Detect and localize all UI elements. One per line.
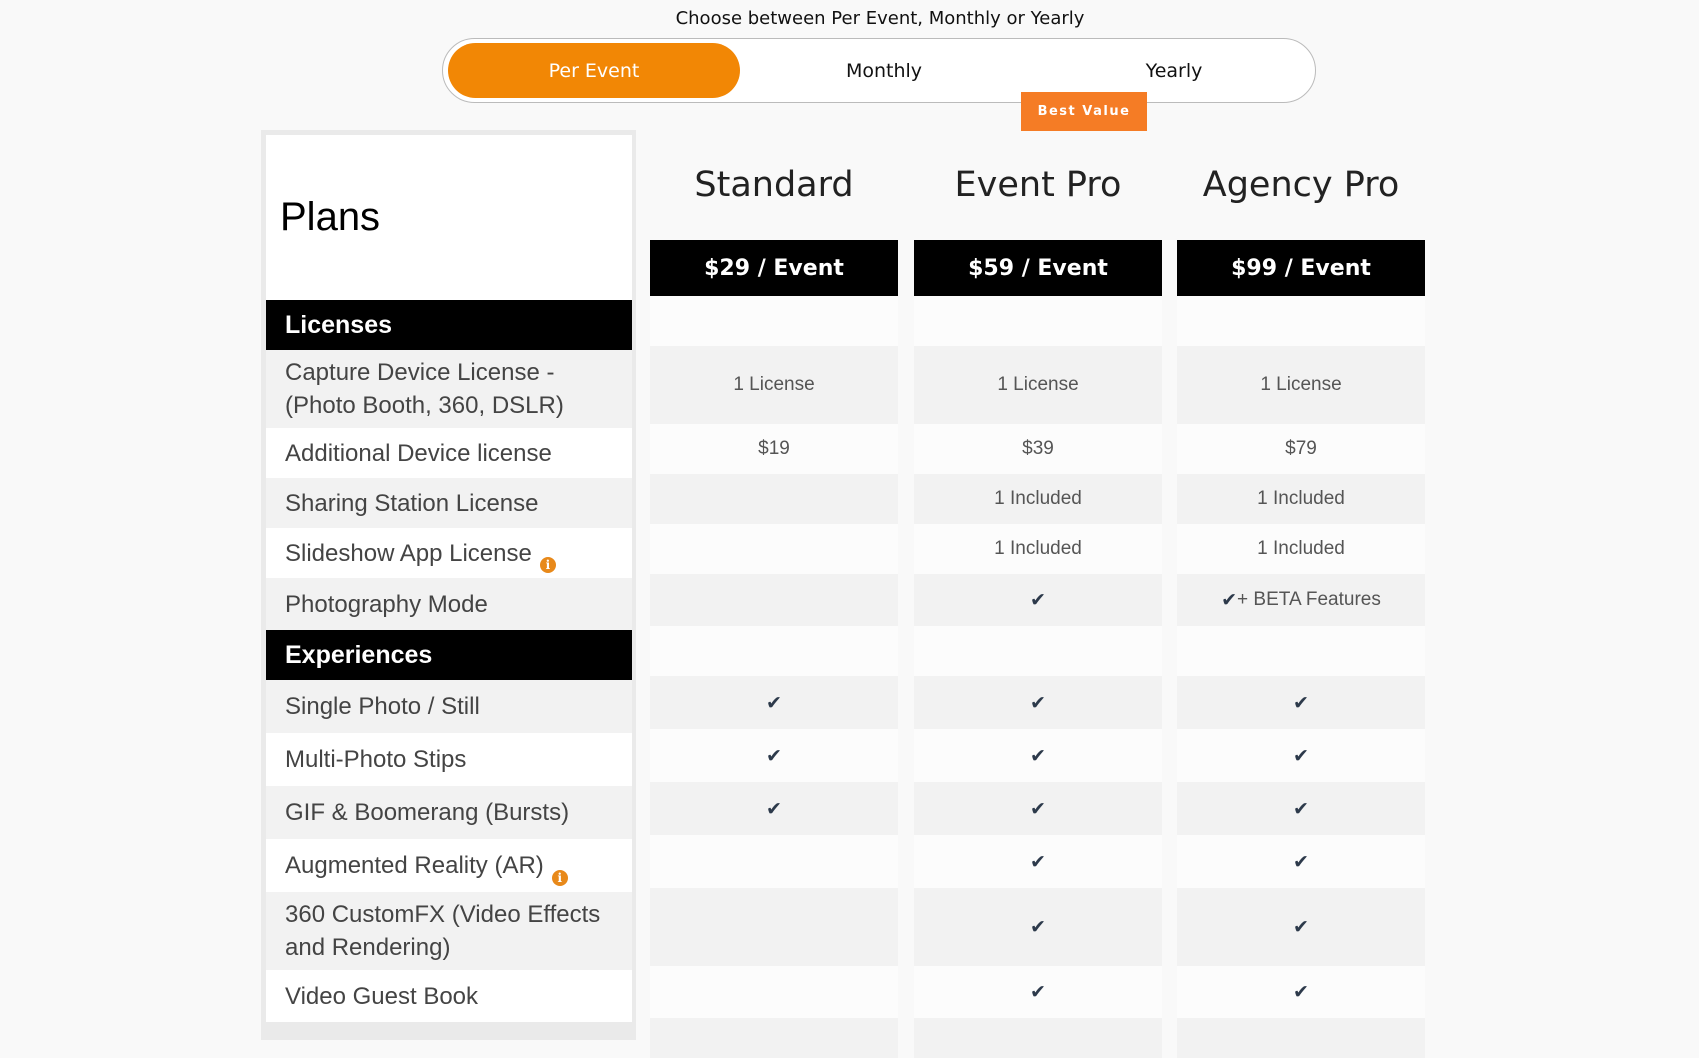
- cell-photography-mode: [650, 574, 898, 626]
- check-icon: ✔: [1293, 691, 1309, 714]
- cell-capture-device: 1 License: [1177, 346, 1425, 424]
- section-spacer: [1177, 296, 1425, 346]
- check-icon: ✔: [1030, 691, 1046, 714]
- plan-price: $29 / Event: [650, 240, 898, 296]
- plan-column-event-pro: Event Pro $59 / Event 1 License $39 1 In…: [914, 130, 1162, 1058]
- cell-slideshow-app: 1 Included: [1177, 524, 1425, 574]
- cell-single-photo: ✔: [650, 676, 898, 729]
- section-spacer: [650, 296, 898, 346]
- toggle-monthly[interactable]: Monthly: [738, 43, 1030, 98]
- check-icon: ✔: [766, 691, 782, 714]
- check-icon: ✔: [766, 797, 782, 820]
- plan-price: $99 / Event: [1177, 240, 1425, 296]
- feature-label-capture-device: Capture Device License - (Photo Booth, 3…: [266, 350, 632, 428]
- pricing-toggle-caption: Choose between Per Event, Monthly or Yea…: [675, 8, 1085, 29]
- check-icon: ✔: [1030, 589, 1046, 611]
- cell-video-guest-book: [650, 966, 898, 1018]
- cell-360-customfx: ✔: [1177, 888, 1425, 966]
- cell-sharing-station: 1 Included: [1177, 474, 1425, 524]
- cell-next-row: [914, 1018, 1162, 1058]
- cell-augmented-reality: ✔: [914, 835, 1162, 888]
- cell-augmented-reality: ✔: [1177, 835, 1425, 888]
- cell-photography-mode: ✔: [914, 574, 1162, 626]
- cell-multi-photo: ✔: [914, 729, 1162, 782]
- toggle-per-event[interactable]: Per Event: [448, 43, 740, 98]
- section-experiences: Experiences: [266, 630, 632, 680]
- section-spacer: [650, 626, 898, 676]
- feature-label-multi-photo: Multi-Photo Stips: [266, 733, 632, 786]
- cell-gif-boomerang: ✔: [650, 782, 898, 835]
- plan-name: Standard: [694, 165, 854, 205]
- feature-label-360-customfx: 360 CustomFX (Video Effects and Renderin…: [266, 892, 632, 970]
- feature-label-photography-mode: Photography Mode: [266, 578, 632, 630]
- plan-name: Event Pro: [954, 165, 1122, 205]
- plan-price: $59 / Event: [914, 240, 1162, 296]
- check-icon: ✔: [1293, 916, 1309, 938]
- plan-column-agency-pro: Agency Pro $99 / Event 1 License $79 1 I…: [1177, 130, 1425, 1058]
- cell-capture-device: 1 License: [914, 346, 1162, 424]
- feature-label-additional-device: Additional Device license: [266, 428, 632, 478]
- cell-next-row: [650, 1018, 898, 1058]
- info-icon[interactable]: i: [551, 869, 568, 886]
- cell-capture-device: 1 License: [650, 346, 898, 424]
- check-icon: ✔: [1030, 916, 1046, 938]
- section-spacer: [1177, 626, 1425, 676]
- cell-multi-photo: ✔: [1177, 729, 1425, 782]
- cell-gif-boomerang: ✔: [914, 782, 1162, 835]
- check-icon: ✔: [1030, 850, 1046, 873]
- cell-single-photo: ✔: [914, 676, 1162, 729]
- check-icon: ✔: [1293, 850, 1309, 873]
- feature-label-single-photo: Single Photo / Still: [266, 680, 632, 733]
- feature-label-video-guest-book: Video Guest Book: [266, 970, 632, 1022]
- cell-single-photo: ✔: [1177, 676, 1425, 729]
- cell-additional-device: $39: [914, 424, 1162, 474]
- toggle-yearly[interactable]: Yearly: [1028, 43, 1320, 98]
- check-icon: ✔: [1030, 797, 1046, 820]
- cell-video-guest-book: ✔: [914, 966, 1162, 1018]
- plans-title: Plans: [266, 135, 632, 300]
- plan-column-standard: Standard $29 / Event 1 License $19 ✔ ✔ ✔: [650, 130, 898, 1058]
- plan-name: Agency Pro: [1202, 165, 1400, 205]
- cell-sharing-station: [650, 474, 898, 524]
- section-spacer: [914, 296, 1162, 346]
- check-icon: ✔: [1293, 744, 1309, 767]
- cell-slideshow-app: [650, 524, 898, 574]
- feature-label-gif-boomerang: GIF & Boomerang (Bursts): [266, 786, 632, 839]
- section-spacer: [914, 626, 1162, 676]
- check-icon: ✔: [766, 744, 782, 767]
- beta-features-text: + BETA Features: [1237, 589, 1381, 610]
- cell-360-customfx: ✔: [914, 888, 1162, 966]
- feature-label-slideshow-app: Slideshow App License i: [266, 528, 632, 578]
- cell-additional-device: $79: [1177, 424, 1425, 474]
- check-icon: ✔: [1221, 589, 1238, 611]
- cell-additional-device: $19: [650, 424, 898, 474]
- check-icon: ✔: [1030, 981, 1046, 1003]
- cell-360-customfx: [650, 888, 898, 966]
- cell-photography-mode: ✔ + BETA Features: [1177, 574, 1425, 626]
- cell-next-row: [1177, 1018, 1425, 1058]
- feature-label-sharing-station: Sharing Station License: [266, 478, 632, 528]
- cell-slideshow-app: 1 Included: [914, 524, 1162, 574]
- best-value-badge: Best Value: [1021, 92, 1147, 131]
- pricing-period-toggle: Per Event Monthly Yearly: [442, 38, 1316, 103]
- section-licenses: Licenses: [266, 300, 632, 350]
- cell-gif-boomerang: ✔: [1177, 782, 1425, 835]
- cell-sharing-station: 1 Included: [914, 474, 1162, 524]
- cell-multi-photo: ✔: [650, 729, 898, 782]
- check-icon: ✔: [1030, 744, 1046, 767]
- info-icon[interactable]: i: [539, 557, 556, 573]
- features-label-column: Plans Licenses Capture Device License - …: [261, 130, 636, 1040]
- check-icon: ✔: [1293, 797, 1309, 820]
- cell-video-guest-book: ✔: [1177, 966, 1425, 1018]
- cell-augmented-reality: [650, 835, 898, 888]
- feature-label-augmented-reality: Augmented Reality (AR) i: [266, 839, 632, 892]
- check-icon: ✔: [1293, 981, 1309, 1003]
